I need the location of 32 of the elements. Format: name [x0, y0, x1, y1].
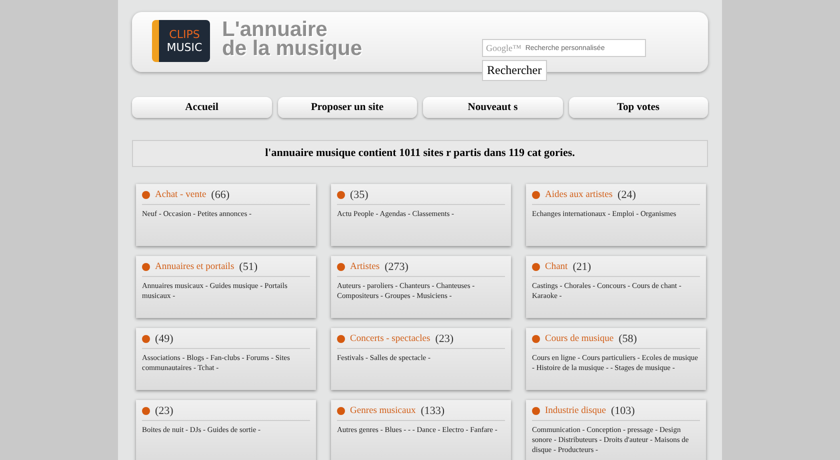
category-count: (58) [618, 333, 637, 345]
search-button[interactable]: Rechercher [482, 60, 547, 81]
bullet-icon [142, 407, 150, 415]
nav-button[interactable]: Top votes [568, 97, 708, 118]
site-title: L'annuaire de la musique [222, 20, 362, 58]
category-count: (49) [155, 333, 174, 345]
category-count: (23) [435, 333, 454, 345]
bullet-icon [337, 191, 345, 199]
category-count: (21) [572, 261, 592, 273]
category-count: (103) [610, 405, 635, 417]
bullet-icon [337, 335, 345, 343]
nav-button[interactable]: Nouveaut s [423, 97, 562, 118]
category-count: (273) [384, 261, 408, 273]
category-count: (133) [420, 405, 445, 417]
bullet-icon [142, 263, 150, 271]
category-count: (51) [239, 261, 258, 273]
category-count: (66) [211, 189, 230, 201]
logo[interactable]: CLIPS MUSIC [152, 20, 210, 62]
category-count: (35) [350, 189, 368, 201]
bullet-icon [142, 335, 150, 343]
bullet-icon [532, 407, 540, 415]
bullet-icon [532, 335, 540, 343]
bullet-icon [142, 191, 150, 199]
bullet-icon [337, 263, 345, 271]
bullet-icon [337, 407, 345, 415]
category-count: (24) [618, 189, 636, 201]
bullet-icon [532, 263, 540, 271]
nav-button[interactable]: Proposer un site [278, 97, 417, 118]
nav-button[interactable]: Accueil [132, 97, 272, 118]
info-bar: l'annuaire musique contient 1011 sites r partis dans 119 cat gories. [132, 140, 708, 167]
bullet-icon [532, 191, 540, 199]
category-count: (23) [155, 405, 174, 417]
